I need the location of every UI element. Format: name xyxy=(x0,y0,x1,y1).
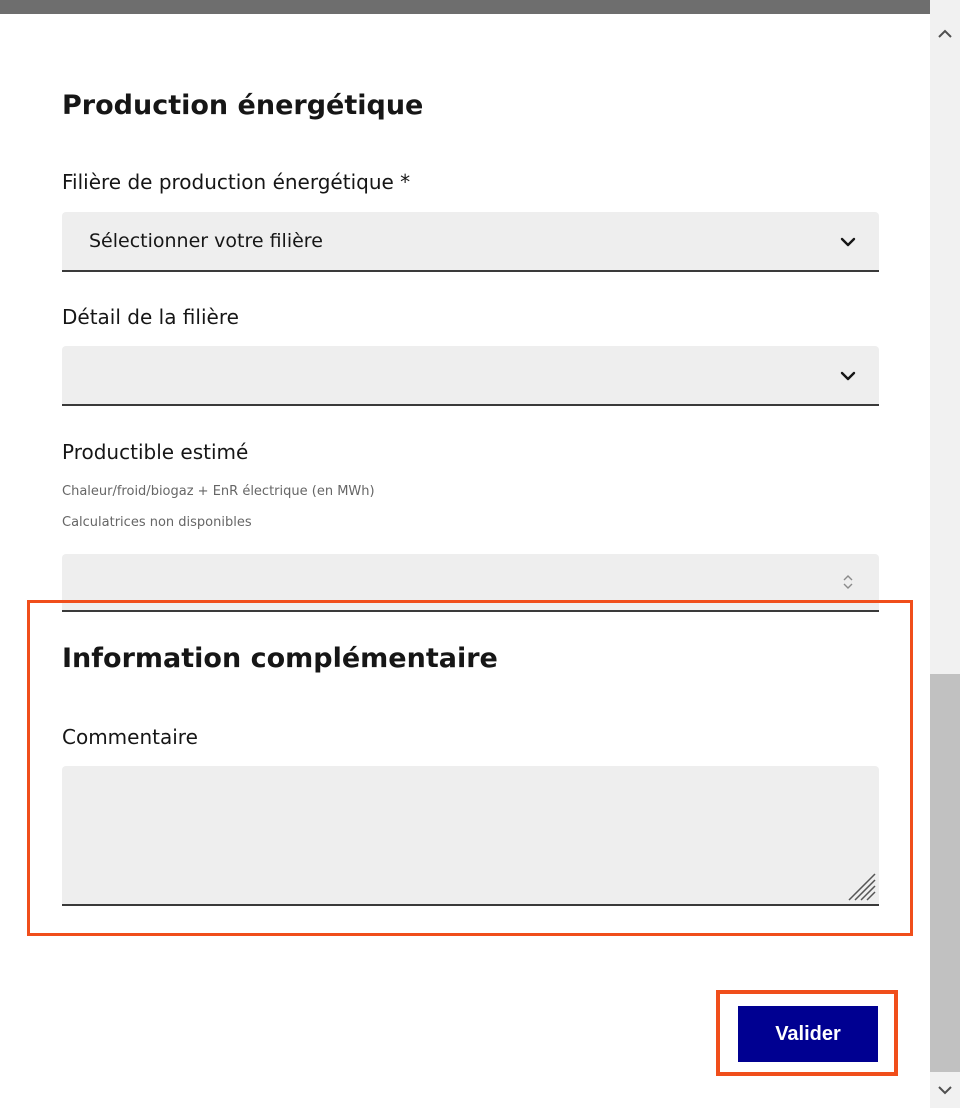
number-spin-icon[interactable] xyxy=(841,572,855,592)
scroll-down-arrow-icon[interactable] xyxy=(930,1078,960,1102)
detail-filiere-select[interactable] xyxy=(62,346,879,406)
highlight-valider-button xyxy=(716,990,898,1076)
highlight-info-section xyxy=(27,600,913,936)
section-title-production: Production énergétique xyxy=(62,90,424,121)
scrollbar-thumb[interactable] xyxy=(930,674,960,1072)
filiere-select[interactable]: Sélectionner votre filière xyxy=(62,212,879,272)
chevron-down-icon xyxy=(840,371,856,381)
filiere-select-value: Sélectionner votre filière xyxy=(89,230,323,252)
scroll-up-arrow-icon[interactable] xyxy=(930,22,960,46)
filiere-label: Filière de production énergétique * xyxy=(62,170,411,194)
vertical-scrollbar[interactable] xyxy=(930,0,960,1108)
detail-filiere-label: Détail de la filière xyxy=(62,305,239,329)
productible-label: Productible estimé xyxy=(62,440,249,464)
productible-hint-units: Chaleur/froid/biogaz + EnR électrique (e… xyxy=(62,484,375,499)
productible-hint-calculator: Calculatrices non disponibles xyxy=(62,515,252,530)
panel-top-border xyxy=(0,0,930,14)
chevron-down-icon xyxy=(840,237,856,247)
